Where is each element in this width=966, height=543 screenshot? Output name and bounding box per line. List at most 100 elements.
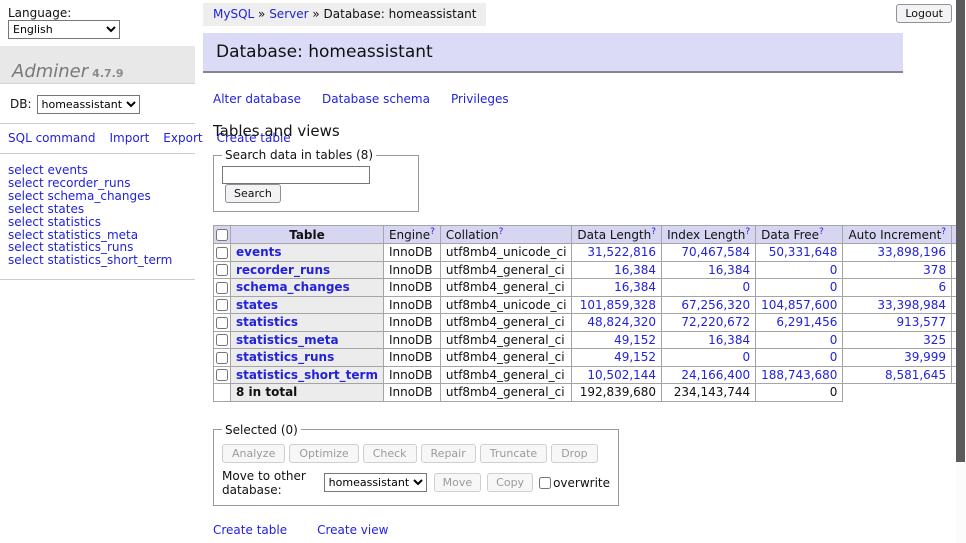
overwrite-checkbox[interactable]	[539, 477, 551, 489]
search-button[interactable]: Search	[225, 184, 281, 203]
copy-button[interactable]: Copy	[487, 473, 533, 492]
check-button[interactable]: Check	[363, 444, 417, 463]
row-checkbox[interactable]	[216, 299, 228, 311]
search-input[interactable]	[222, 166, 370, 184]
index-length-link[interactable]: 72,220,672	[681, 315, 750, 329]
row-checkbox[interactable]	[216, 247, 228, 259]
row-checkbox[interactable]	[216, 352, 228, 364]
table-name-link[interactable]: recorder_runs	[236, 263, 330, 277]
repair-button[interactable]: Repair	[421, 444, 476, 463]
analyze-button[interactable]: Analyze	[222, 444, 285, 463]
row-checkbox[interactable]	[216, 282, 228, 294]
auto-increment-link[interactable]: 325	[923, 333, 946, 347]
data-length-link[interactable]: 31,522,816	[587, 245, 656, 259]
index-length-link[interactable]: 0	[742, 350, 750, 364]
auto-increment-link[interactable]: 378	[923, 263, 946, 277]
help-link[interactable]: ?	[499, 227, 504, 237]
scrollbar-thumb[interactable]	[956, 0, 965, 462]
language-select[interactable]: English	[8, 20, 120, 39]
table-name-link[interactable]: states	[236, 298, 278, 312]
auto-increment-link[interactable]: 6	[938, 280, 946, 294]
data-length-link[interactable]: 16,384	[614, 263, 656, 277]
data-length-link[interactable]: 48,824,320	[587, 315, 656, 329]
help-link[interactable]: ?	[819, 227, 824, 237]
table-name-link[interactable]: statistics_meta	[236, 333, 339, 347]
data-length-link[interactable]: 101,859,328	[580, 298, 656, 312]
data-free-link[interactable]: 104,857,600	[761, 298, 837, 312]
help-link[interactable]: ?	[430, 227, 435, 237]
collation-cell: utf8mb4_general_ci	[440, 314, 572, 332]
row-checkbox-cell	[214, 331, 231, 349]
auto-increment-link[interactable]: 8,581,645	[885, 368, 946, 382]
create-table-link[interactable]: Create table	[213, 523, 287, 537]
auto-increment-link[interactable]: 33,898,196	[877, 245, 946, 259]
sidebar-select-link[interactable]: select schema_changes	[8, 190, 187, 203]
index-length-link[interactable]: 70,467,584	[681, 245, 750, 259]
table-name-link[interactable]: events	[236, 245, 282, 259]
data-length-link[interactable]: 49,152	[614, 333, 656, 347]
data-length-link[interactable]: 10,502,144	[587, 368, 656, 382]
data-free-link[interactable]: 0	[830, 280, 838, 294]
breadcrumb-link[interactable]: Server	[269, 7, 308, 21]
column-header: Data Length?	[572, 226, 662, 244]
table-row: recorder_runsInnoDButf8mb4_general_ci16,…	[214, 261, 966, 279]
index-length-link[interactable]: 24,166,400	[681, 368, 750, 382]
move-button[interactable]: Move	[434, 473, 482, 492]
sidebar-action-link[interactable]: Import	[109, 131, 149, 145]
sidebar-action-link[interactable]: Export	[163, 131, 202, 145]
help-link[interactable]: ?	[941, 227, 946, 237]
db-select[interactable]: homeassistant	[37, 95, 140, 114]
scrollbar-track[interactable]	[956, 0, 966, 543]
row-checkbox[interactable]	[216, 369, 228, 381]
sidebar-select-link[interactable]: select events	[8, 164, 187, 177]
column-label: Engine	[389, 228, 430, 242]
table-name-link[interactable]: statistics	[236, 315, 298, 329]
auto-increment-link[interactable]: 39,999	[904, 350, 946, 364]
table-row: statistics_short_termInnoDButf8mb4_gener…	[214, 366, 966, 384]
breadcrumb-link[interactable]: MySQL	[213, 7, 254, 21]
row-checkbox[interactable]	[216, 264, 228, 276]
data-length-link[interactable]: 49,152	[614, 350, 656, 364]
move-label: Move to other database:	[222, 469, 318, 497]
data-free-link[interactable]: 0	[830, 333, 838, 347]
data-free-link[interactable]: 6,291,456	[776, 315, 837, 329]
index-length-link[interactable]: 16,384	[708, 263, 750, 277]
move-database-select[interactable]: homeassistant	[324, 473, 427, 492]
row-checkbox[interactable]	[216, 334, 228, 346]
db-action-link[interactable]: Privileges	[451, 92, 509, 106]
sidebar-select-link[interactable]: select states	[8, 203, 187, 216]
brand-version: 4.7.9	[92, 67, 123, 80]
data-free-link[interactable]: 50,331,648	[769, 245, 838, 259]
db-action-link[interactable]: Alter database	[213, 92, 301, 106]
search-legend: Search data in tables (8)	[222, 148, 376, 162]
create-view-link[interactable]: Create view	[317, 523, 388, 537]
table-name-link[interactable]: statistics_short_term	[236, 368, 378, 382]
index-length-link[interactable]: 0	[742, 280, 750, 294]
help-link[interactable]: ?	[651, 227, 656, 237]
data-free-cell: 6,291,456	[756, 314, 843, 332]
data-free-link[interactable]: 0	[830, 263, 838, 277]
data-length-link[interactable]: 16,384	[614, 280, 656, 294]
help-link[interactable]: ?	[745, 227, 750, 237]
auto-increment-link[interactable]: 33,398,984	[877, 298, 946, 312]
auto-increment-link[interactable]: 913,577	[896, 315, 946, 329]
table-name-link[interactable]: schema_changes	[236, 280, 350, 294]
data-length-cell: 49,152	[572, 349, 662, 367]
select-all-checkbox[interactable]	[216, 229, 228, 241]
auto-increment-cell: 6	[843, 279, 952, 297]
drop-button[interactable]: Drop	[551, 444, 597, 463]
sidebar-action-link[interactable]: SQL command	[8, 131, 95, 145]
sidebar-select-link[interactable]: select statistics_short_term	[8, 254, 187, 267]
data-free-link[interactable]: 188,743,680	[761, 368, 837, 382]
db-action-link[interactable]: Database schema	[322, 92, 430, 106]
data-free-link[interactable]: 0	[830, 350, 838, 364]
index-length-link[interactable]: 67,256,320	[681, 298, 750, 312]
table-name-link[interactable]: statistics_runs	[236, 350, 334, 364]
logout-button[interactable]: Logout	[896, 4, 952, 23]
row-checkbox[interactable]	[216, 317, 228, 329]
index-length-link[interactable]: 16,384	[708, 333, 750, 347]
truncate-button[interactable]: Truncate	[480, 444, 547, 463]
optimize-button[interactable]: Optimize	[289, 444, 358, 463]
sidebar-select-link[interactable]: select recorder_runs	[8, 177, 187, 190]
sidebar-select-link[interactable]: select statistics	[8, 216, 187, 229]
